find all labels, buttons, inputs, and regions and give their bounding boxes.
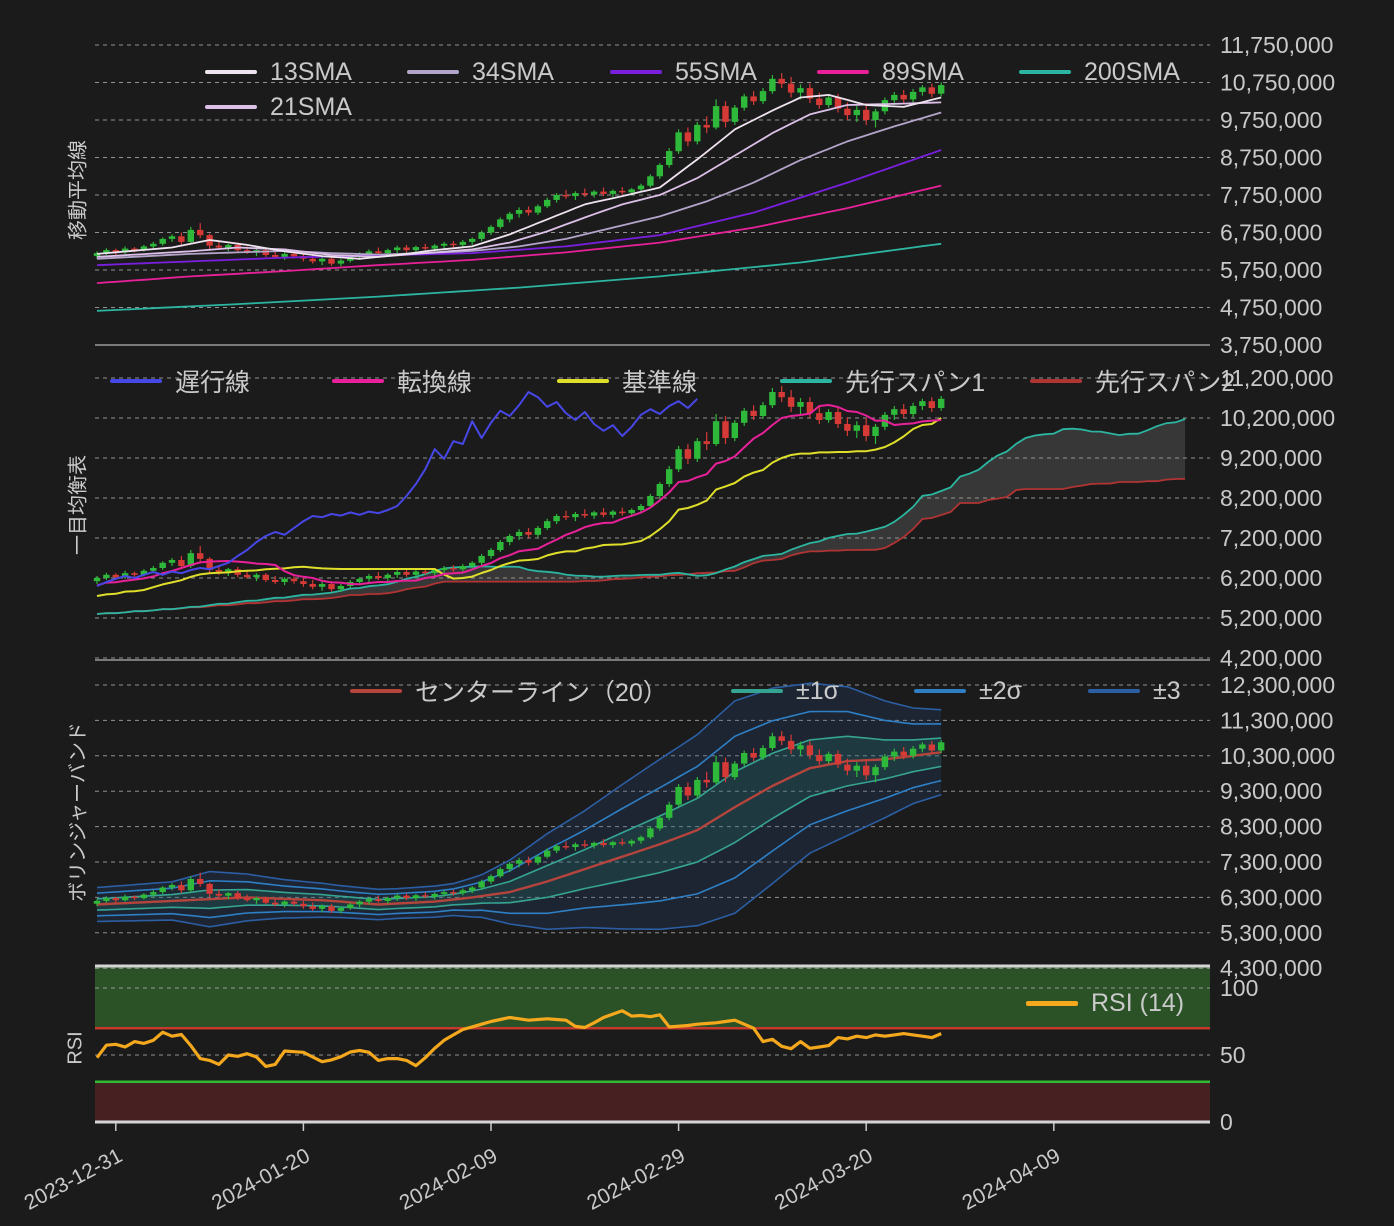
legend-item-center-line: センターライン（20） bbox=[350, 676, 668, 707]
y-axis-label: 50 bbox=[1220, 1042, 1246, 1068]
legend-item-leading-span-1: 先行スパン1 bbox=[780, 366, 985, 397]
legend-item-leading-span-2: 先行スパン2 bbox=[1030, 366, 1235, 397]
legend-item-200sma: 200SMA bbox=[1019, 57, 1180, 87]
y-axis-label: 9,750,000 bbox=[1220, 107, 1322, 133]
chart-background bbox=[0, 0, 1394, 1226]
legend-swatch-center-line bbox=[350, 689, 402, 693]
legend-swatch-55sma bbox=[610, 70, 662, 74]
legend-item-sigma-1: ±1σ bbox=[731, 676, 839, 706]
legend-swatch-21sma bbox=[205, 105, 257, 109]
legend-swatch-200sma bbox=[1019, 70, 1071, 74]
legend-swatch-sigma-1 bbox=[731, 689, 783, 693]
y-axis-label: 5,750,000 bbox=[1220, 257, 1322, 283]
panel-title-ichimoku: 一目均衡表 bbox=[67, 455, 90, 555]
y-axis-label: 11,200,000 bbox=[1220, 365, 1333, 391]
y-axis-label: 8,750,000 bbox=[1220, 145, 1322, 171]
y-axis-label: 8,300,000 bbox=[1220, 814, 1322, 840]
legend-item-base-line: 基準線 bbox=[557, 366, 697, 397]
y-axis-label: 7,750,000 bbox=[1220, 182, 1322, 208]
y-axis-label: 11,300,000 bbox=[1220, 707, 1333, 733]
legend-swatch-rsi-14 bbox=[1026, 1000, 1078, 1006]
y-axis-label: 100 bbox=[1220, 975, 1258, 1001]
legend-swatch-89sma bbox=[817, 70, 869, 74]
legend-swatch-leading-span-1 bbox=[780, 379, 832, 383]
y-axis-label: 5,300,000 bbox=[1220, 920, 1322, 946]
y-axis-label: 12,300,000 bbox=[1220, 672, 1335, 698]
y-axis-label: 6,750,000 bbox=[1220, 220, 1322, 246]
y-axis-label: 10,300,000 bbox=[1220, 743, 1335, 769]
y-axis-label: 4,200,000 bbox=[1220, 645, 1322, 671]
legend-swatch-13sma bbox=[205, 70, 257, 74]
y-axis-label: 6,300,000 bbox=[1220, 884, 1322, 910]
technical-analysis-chart: 11,750,000 10,750,000 9,750,000 8,750,000 7,… bbox=[0, 0, 1394, 1226]
y-axis-label: 8,200,000 bbox=[1220, 485, 1322, 511]
y-axis-label: 6,200,000 bbox=[1220, 565, 1322, 591]
y-axis-label: 7,200,000 bbox=[1220, 525, 1322, 551]
legend-swatch-base-line bbox=[557, 379, 609, 383]
legend-item-13sma: 13SMA bbox=[205, 57, 352, 87]
y-axis-label: 11,750,000 bbox=[1220, 32, 1333, 58]
legend-swatch-34sma bbox=[407, 70, 459, 74]
y-axis-label: 10,750,000 bbox=[1220, 70, 1335, 96]
panel-title-moving-averages: 移動平均線 bbox=[67, 140, 90, 240]
y-axis-label: 3,750,000 bbox=[1220, 332, 1322, 358]
y-axis-label: 5,200,000 bbox=[1220, 605, 1322, 631]
legend-swatch-sigma-3 bbox=[1088, 689, 1140, 693]
legend-item-55sma: 55SMA bbox=[610, 57, 757, 87]
legend-item-rsi-14: RSI (14) bbox=[1026, 988, 1184, 1018]
legend-item-conversion-line: 転換線 bbox=[332, 366, 472, 397]
legend-swatch-sigma-2 bbox=[914, 689, 966, 693]
legend-item-sigma-3: ±3 bbox=[1088, 676, 1181, 706]
panel-title-rsi: RSI bbox=[64, 1031, 87, 1065]
legend-item-sigma-2: ±2σ bbox=[914, 676, 1022, 706]
y-axis-label: 7,300,000 bbox=[1220, 849, 1322, 875]
legend-item-21sma: 21SMA bbox=[205, 92, 352, 122]
legend-swatch-conversion-line bbox=[332, 379, 384, 383]
legend-item-89sma: 89SMA bbox=[817, 57, 964, 87]
y-axis-label: 10,200,000 bbox=[1220, 405, 1335, 431]
legend-swatch-leading-span-2 bbox=[1030, 379, 1082, 383]
y-axis-label: 0 bbox=[1220, 1109, 1233, 1135]
legend-item-lagging-span: 遅行線 bbox=[110, 366, 250, 397]
legend-swatch-lagging-span bbox=[110, 379, 162, 383]
y-axis-label: 9,300,000 bbox=[1220, 778, 1322, 804]
y-axis-label: 4,750,000 bbox=[1220, 295, 1322, 321]
legend-item-34sma: 34SMA bbox=[407, 57, 554, 87]
panel-title-bollinger: ボリンジャーバンド bbox=[67, 722, 90, 902]
y-axis-label: 9,200,000 bbox=[1220, 445, 1322, 471]
